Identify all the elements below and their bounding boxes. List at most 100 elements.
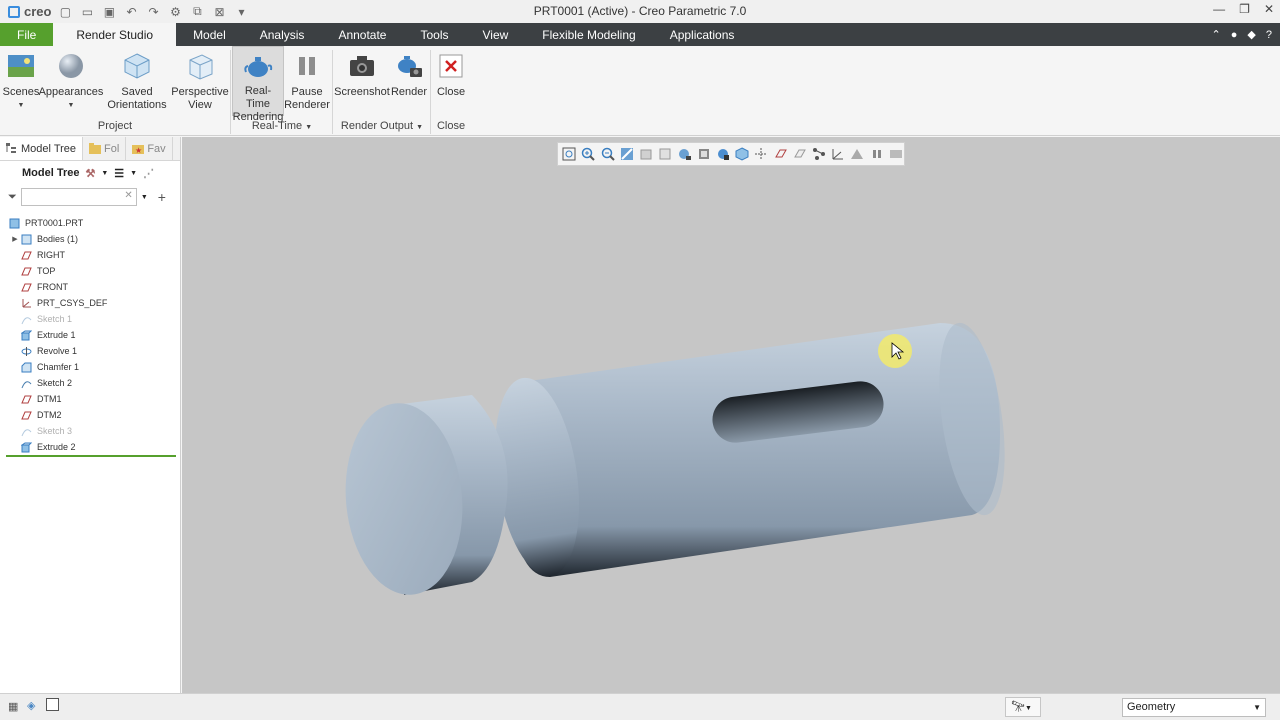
minimize-icon[interactable]: — — [1213, 2, 1225, 16]
tree-node-label: DTM2 — [37, 410, 62, 420]
tree-node[interactable]: Sketch 3 — [0, 423, 180, 439]
tree-search-input[interactable]: ✕ — [20, 188, 137, 206]
group-close: Close — [436, 120, 466, 132]
tree-filter-icon[interactable]: ⋰ — [143, 167, 154, 180]
datum-plane-icon — [20, 281, 32, 293]
undo-icon[interactable]: ↶ — [123, 4, 139, 20]
folder-icon — [89, 143, 102, 154]
tree-settings-icon[interactable]: ⚒ — [85, 167, 95, 180]
find-button[interactable]: 🔭︎▼ — [1005, 697, 1041, 717]
screenshot-button[interactable]: Screenshot — [334, 46, 390, 116]
tab-file[interactable]: File — [0, 23, 54, 46]
tree-node[interactable]: ▶ Bodies (1) — [0, 231, 180, 247]
tree-node[interactable]: TOP — [0, 263, 180, 279]
group-real-time-label: Real-Time — [251, 120, 303, 132]
show-icon[interactable]: ☰ — [114, 167, 124, 180]
tab-analysis[interactable]: Analysis — [243, 23, 322, 46]
render-button[interactable]: Render — [390, 46, 428, 116]
expand-arrow-icon[interactable]: ▶ — [10, 235, 20, 243]
chevron-down-icon: ▼ — [17, 102, 25, 109]
tab-render-studio[interactable]: Render Studio — [53, 23, 177, 46]
group-render-output[interactable]: Render Output ▼ — [334, 120, 430, 132]
funnel-filter-icon[interactable]: ⏷ — [8, 191, 17, 204]
tab-favorites[interactable]: ★ Fav — [126, 137, 173, 160]
selection-filter-dropdown[interactable]: Geometry ▼ — [1122, 698, 1266, 717]
tree-node[interactable]: Extrude 1 — [0, 327, 180, 343]
save-icon[interactable]: ▣ — [101, 4, 117, 20]
appearances-label: Appearances — [38, 86, 104, 98]
tab-view[interactable]: View — [466, 23, 526, 46]
tree-node-label: TOP — [37, 266, 56, 276]
tree-node[interactable]: Chamfer 1 — [0, 359, 180, 375]
perspective-view-icon — [185, 51, 215, 81]
redo-icon[interactable]: ↷ — [145, 4, 161, 20]
tree-node[interactable]: PRT0001.PRT — [0, 215, 180, 231]
group-real-time[interactable]: Real-Time ▼ — [232, 120, 332, 132]
tab-model[interactable]: Model — [176, 23, 243, 46]
appearances-button[interactable]: Appearances ▼ — [38, 46, 104, 116]
tree-node-label: Sketch 3 — [37, 426, 73, 436]
tab-folder-browser[interactable]: Fol — [83, 137, 127, 160]
chevron-down-icon[interactable]: ▼ — [141, 194, 148, 201]
tab-flexible-modeling[interactable]: Flexible Modeling — [525, 23, 652, 46]
tree-node-label: Sketch 2 — [37, 378, 73, 388]
tab-model-tree[interactable]: Model Tree — [0, 137, 84, 160]
rendered-part[interactable] — [182, 137, 1280, 693]
customize-chevron-icon[interactable]: ▾ — [233, 4, 249, 20]
add-filter-icon[interactable]: + — [158, 189, 166, 205]
saved-orientations-button[interactable]: Saved Orientations — [104, 46, 170, 116]
real-time-rendering-button[interactable]: Real-Time Rendering — [232, 46, 284, 123]
tree-node[interactable]: DTM2 — [0, 407, 180, 423]
tree-node[interactable]: DTM1 — [0, 391, 180, 407]
windows-icon[interactable]: ⧉ — [189, 4, 205, 20]
settings-icon[interactable]: ◆ — [1247, 28, 1255, 41]
close-window-icon[interactable]: ⊠ — [211, 4, 227, 20]
tree-node[interactable]: Sketch 1 — [0, 311, 180, 327]
screenshot-label: Screenshot — [334, 86, 390, 98]
close-label: Close — [436, 86, 466, 98]
graphics-window[interactable] — [182, 137, 1280, 693]
model-tree-header: Model Tree ⚒ ▼ ☰ ▼ ⋰ — [0, 161, 180, 185]
clear-search-icon[interactable]: ✕ — [124, 190, 132, 201]
collapse-ribbon-icon[interactable]: ⌃ — [1212, 28, 1221, 41]
full-screen-icon[interactable] — [46, 698, 59, 711]
tree-node[interactable]: FRONT — [0, 279, 180, 295]
tab-tools[interactable]: Tools — [403, 23, 465, 46]
tree-node[interactable]: RIGHT — [0, 247, 180, 263]
navigator-toggle-icon[interactable]: ▦ — [8, 700, 18, 713]
chevron-down-icon[interactable]: ▼ — [130, 170, 137, 177]
browser-toggle-icon[interactable]: ◈ — [27, 699, 35, 712]
tab-folder-label: Fol — [104, 142, 120, 155]
chamfer-icon — [20, 361, 32, 373]
favorites-icon: ★ — [132, 143, 145, 155]
tab-applications[interactable]: Applications — [653, 23, 752, 46]
tree-node-label: FRONT — [37, 282, 68, 292]
teapot-icon — [243, 52, 273, 80]
model-tree-icon — [6, 143, 17, 154]
part-icon — [8, 217, 20, 229]
chevron-down-icon: ▼ — [1024, 705, 1032, 712]
scenes-button[interactable]: Scenes ▼ — [3, 46, 39, 116]
open-file-icon[interactable]: ▭ — [79, 4, 95, 20]
pause-renderer-button[interactable]: Pause Renderer — [284, 46, 330, 116]
close-icon[interactable]: ✕ — [1264, 2, 1274, 16]
perspective-view-button[interactable]: Perspective View — [171, 46, 229, 116]
new-file-icon[interactable]: ▢ — [57, 4, 73, 20]
selection-filter-value: Geometry — [1127, 701, 1176, 713]
chevron-down-icon[interactable]: ▼ — [101, 170, 108, 177]
tree-node[interactable]: Revolve 1 — [0, 343, 180, 359]
insert-here-line[interactable] — [6, 455, 176, 457]
extrude-icon — [20, 329, 32, 341]
tree-node[interactable]: PRT_CSYS_DEF — [0, 295, 180, 311]
help-icon[interactable]: ? — [1266, 29, 1272, 41]
tree-node[interactable]: Extrude 2 — [0, 439, 180, 455]
tab-annotate[interactable]: Annotate — [321, 23, 403, 46]
tree-node[interactable]: Sketch 2 — [0, 375, 180, 391]
scenes-icon — [6, 51, 36, 81]
regenerate-icon[interactable]: ⚙ — [167, 4, 183, 20]
user-icon[interactable]: ● — [1231, 29, 1238, 41]
restore-icon[interactable]: ❐ — [1239, 2, 1250, 16]
tree-node-label: Extrude 2 — [37, 442, 76, 452]
tree-node-label: Revolve 1 — [37, 346, 78, 356]
close-button[interactable]: Close — [434, 46, 468, 116]
